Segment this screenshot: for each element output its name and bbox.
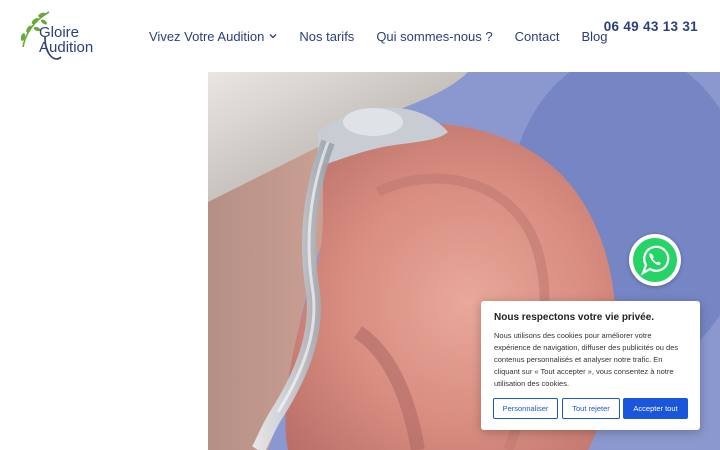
nav-item-qui-sommes-nous[interactable]: Qui sommes-nous ? [376,29,492,44]
nav-item-vivez-votre-audition[interactable]: Vivez Votre Audition [149,29,277,44]
nav-item-contact[interactable]: Contact [515,29,560,44]
hero-left-panel [0,72,208,450]
reject-all-cookies-button[interactable]: Tout rejeter [562,398,620,419]
nav-item-label: Contact [514,28,560,44]
nav-item-label: Vivez Votre Audition [149,28,265,44]
logo-line-1: Gloire [39,24,80,41]
main-nav: Vivez Votre Audition Nos tarifs Qui somm… [149,27,629,45]
logo-text: Gloire Audition [39,25,93,55]
phone-number-link[interactable]: 06 49 43 13 31 [604,19,698,34]
whatsapp-icon [633,238,677,282]
chevron-down-icon [269,34,277,39]
logo-line-2: Audition [39,39,94,56]
cookie-consent-banner: Nous respectons votre vie privée. Nous u… [481,301,700,430]
cookie-text: Nous utilisons des cookies pour améliore… [494,331,679,388]
logo[interactable]: Gloire Audition [15,7,95,65]
nav-item-label: Nos tarifs [299,28,355,44]
customize-cookies-button[interactable]: Personnaliser [493,398,558,419]
cookie-title: Nous respectons votre vie privée. [494,312,655,323]
whatsapp-chat-button[interactable] [629,234,681,286]
nav-item-nos-tarifs[interactable]: Nos tarifs [299,29,354,44]
site-header: Gloire Audition Vivez Votre Audition Nos… [0,0,720,72]
accept-all-cookies-button[interactable]: Accepter tout [623,398,688,419]
nav-item-label: Qui sommes-nous ? [376,28,493,44]
